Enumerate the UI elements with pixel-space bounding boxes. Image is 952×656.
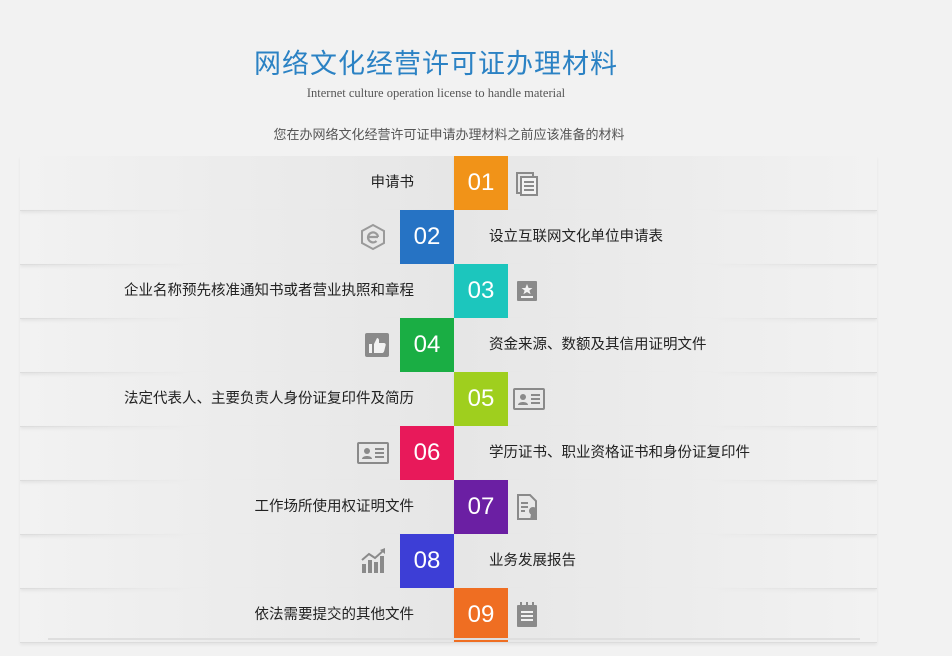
list-item: 法定代表人、主要负责人身份证复印件及简历 05 (0, 372, 952, 427)
id-card-icon (512, 384, 546, 414)
page-subtitle: Internet culture operation license to ha… (306, 86, 566, 100)
item-number: 05 (454, 372, 508, 426)
page-description: 您在办网络文化经营许可证申请办理材料之前应该准备的材料 (273, 128, 625, 143)
certificate-icon (512, 492, 542, 522)
id-card-icon (356, 438, 390, 468)
item-label: 企业名称预先核准通知书或者营业执照和章程 (124, 283, 414, 299)
bar-chart-icon (358, 546, 388, 576)
item-label: 资金来源、数额及其信用证明文件 (489, 337, 707, 353)
item-number: 06 (400, 426, 454, 480)
notepad-icon (512, 600, 542, 630)
list-item: 08 业务发展报告 (0, 534, 952, 589)
star-card-icon (512, 276, 542, 306)
item-number: 02 (400, 210, 454, 264)
list-item: 依法需要提交的其他文件 09 (0, 588, 952, 643)
item-number: 08 (400, 534, 454, 588)
list-item: 工作场所使用权证明文件 07 (0, 480, 952, 535)
item-label: 依法需要提交的其他文件 (254, 607, 415, 623)
list-item: 申请书 01 (0, 156, 952, 211)
list-item: 06 学历证书、职业资格证书和身份证复印件 (0, 426, 952, 481)
e-logo-icon (358, 222, 388, 252)
bottom-divider (48, 638, 860, 640)
list-item: 04 资金来源、数额及其信用证明文件 (0, 318, 952, 373)
item-label: 设立互联网文化单位申请表 (489, 229, 663, 245)
item-label: 业务发展报告 (489, 553, 576, 569)
page-title: 网络文化经营许可证办理材料 (254, 49, 618, 80)
item-number: 01 (454, 156, 508, 210)
item-label: 工作场所使用权证明文件 (254, 499, 415, 515)
item-number: 09 (454, 588, 508, 642)
item-number: 04 (400, 318, 454, 372)
item-label: 法定代表人、主要负责人身份证复印件及简历 (124, 391, 414, 407)
documents-icon (512, 168, 542, 198)
list-item: 企业名称预先核准通知书或者营业执照和章程 03 (0, 264, 952, 319)
item-label: 申请书 (370, 175, 415, 191)
thumbs-up-icon (362, 330, 392, 360)
list-item: 02 设立互联网文化单位申请表 (0, 210, 952, 265)
item-label: 学历证书、职业资格证书和身份证复印件 (489, 445, 750, 461)
item-number: 03 (454, 264, 508, 318)
item-number: 07 (454, 480, 508, 534)
